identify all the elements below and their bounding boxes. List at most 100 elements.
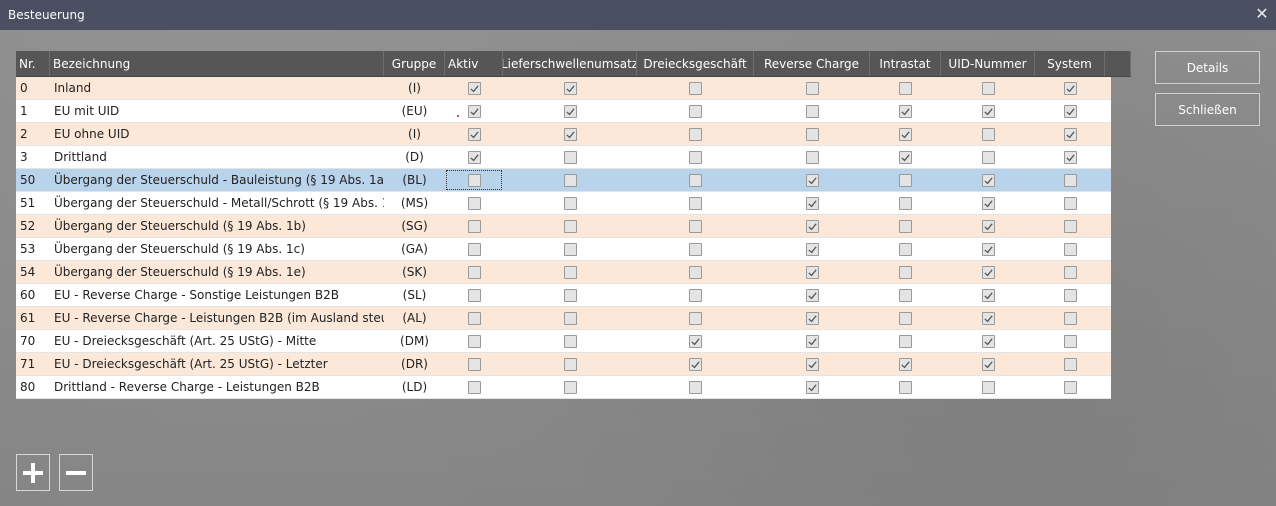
lieferschwellenumsatz-checkbox[interactable] [563,288,577,302]
aktiv-checkbox[interactable] [467,127,481,141]
dreiecksgeschaeft-checkbox[interactable] [689,334,702,348]
reverse-charge-checkbox[interactable] [805,357,819,371]
system-checkbox[interactable] [1063,288,1077,302]
lieferschwellenumsatz-checkbox[interactable] [563,104,577,118]
uid-nummer-checkbox[interactable] [981,196,995,210]
reverse-charge-checkbox[interactable] [805,288,819,302]
dreiecksgeschaeft-checkbox[interactable] [689,104,702,118]
column-header-aktiv[interactable]: Aktiv [445,51,503,76]
system-checkbox[interactable] [1063,196,1077,210]
table-row[interactable]: 1 EU mit UID (EU) [16,100,1111,123]
aktiv-checkbox[interactable] [467,311,481,325]
column-header-system[interactable]: System [1035,51,1105,76]
dreiecksgeschaeft-checkbox[interactable] [689,357,702,371]
aktiv-checkbox[interactable] [467,219,481,233]
uid-nummer-checkbox[interactable] [981,81,995,95]
table-row[interactable]: 70 EU - Dreiecksgeschäft (Art. 25 UStG) -… [16,330,1111,353]
intrastat-checkbox[interactable] [899,265,912,279]
uid-nummer-checkbox[interactable] [981,173,995,187]
add-row-button[interactable] [16,454,50,491]
system-checkbox[interactable] [1063,334,1077,348]
system-checkbox[interactable] [1063,150,1077,164]
table-row[interactable]: 50 Übergang der Steuerschuld - Bauleistun… [16,169,1111,192]
reverse-charge-checkbox[interactable] [805,242,819,256]
intrastat-checkbox[interactable] [899,219,912,233]
column-header-nr[interactable]: Nr. [16,51,50,76]
dreiecksgeschaeft-checkbox[interactable] [689,196,702,210]
uid-nummer-checkbox[interactable] [981,357,995,371]
table-row[interactable]: 53 Übergang der Steuerschuld (§ 19 Abs. 1… [16,238,1111,261]
intrastat-checkbox[interactable] [899,380,912,394]
aktiv-checkbox[interactable] [467,265,481,279]
dreiecksgeschaeft-checkbox[interactable] [689,242,702,256]
aktiv-checkbox[interactable] [467,173,481,187]
intrastat-checkbox[interactable] [899,127,912,141]
reverse-charge-checkbox[interactable] [805,127,819,141]
uid-nummer-checkbox[interactable] [981,288,995,302]
system-checkbox[interactable] [1063,127,1077,141]
table-row[interactable]: 2 EU ohne UID (I) [16,123,1111,146]
intrastat-checkbox[interactable] [899,288,912,302]
aktiv-checkbox[interactable] [467,357,481,371]
dreiecksgeschaeft-checkbox[interactable] [689,173,702,187]
aktiv-checkbox[interactable] [467,196,481,210]
system-checkbox[interactable] [1063,104,1077,118]
dreiecksgeschaeft-checkbox[interactable] [689,150,702,164]
intrastat-checkbox[interactable] [899,357,912,371]
reverse-charge-checkbox[interactable] [805,380,819,394]
system-checkbox[interactable] [1063,265,1077,279]
dreiecksgeschaeft-checkbox[interactable] [689,219,702,233]
column-header-intrastat[interactable]: Intrastat [870,51,941,76]
column-header-dreiecksgeschaeft[interactable]: Dreiecksgeschäft [637,51,754,76]
uid-nummer-checkbox[interactable] [981,242,995,256]
system-checkbox[interactable] [1063,242,1077,256]
dreiecksgeschaeft-checkbox[interactable] [689,127,702,141]
intrastat-checkbox[interactable] [899,150,912,164]
table-row[interactable]: 0 Inland (I) [16,77,1111,100]
lieferschwellenumsatz-checkbox[interactable] [563,81,577,95]
table-row[interactable]: 60 EU - Reverse Charge - Sonstige Leistun… [16,284,1111,307]
uid-nummer-checkbox[interactable] [981,104,995,118]
intrastat-checkbox[interactable] [899,104,912,118]
dreiecksgeschaeft-checkbox[interactable] [689,380,702,394]
table-row[interactable]: 51 Übergang der Steuerschuld - Metall/Sch… [16,192,1111,215]
lieferschwellenumsatz-checkbox[interactable] [563,127,577,141]
lieferschwellenumsatz-checkbox[interactable] [563,334,577,348]
dreiecksgeschaeft-checkbox[interactable] [689,311,702,325]
details-button[interactable]: Details [1155,51,1260,84]
system-checkbox[interactable] [1063,357,1077,371]
lieferschwellenumsatz-checkbox[interactable] [563,219,577,233]
intrastat-checkbox[interactable] [899,81,912,95]
uid-nummer-checkbox[interactable] [981,265,995,279]
reverse-charge-checkbox[interactable] [805,173,819,187]
aktiv-checkbox[interactable] [467,150,481,164]
system-checkbox[interactable] [1063,173,1077,187]
dreiecksgeschaeft-checkbox[interactable] [689,265,702,279]
reverse-charge-checkbox[interactable] [805,219,819,233]
reverse-charge-checkbox[interactable] [805,196,819,210]
close-icon[interactable]: ✕ [1254,6,1270,22]
aktiv-checkbox[interactable] [467,288,481,302]
system-checkbox[interactable] [1063,219,1077,233]
table-row[interactable]: 52 Übergang der Steuerschuld (§ 19 Abs. 1… [16,215,1111,238]
lieferschwellenumsatz-checkbox[interactable] [563,173,577,187]
aktiv-checkbox[interactable] [467,81,481,95]
table-row[interactable]: 61 EU - Reverse Charge - Leistungen B2B (… [16,307,1111,330]
reverse-charge-checkbox[interactable] [805,150,819,164]
system-checkbox[interactable] [1063,311,1077,325]
uid-nummer-checkbox[interactable] [981,311,995,325]
uid-nummer-checkbox[interactable] [981,334,995,348]
intrastat-checkbox[interactable] [899,196,912,210]
lieferschwellenumsatz-checkbox[interactable] [563,265,577,279]
uid-nummer-checkbox[interactable] [981,219,995,233]
reverse-charge-checkbox[interactable] [805,265,819,279]
intrastat-checkbox[interactable] [899,173,912,187]
dreiecksgeschaeft-checkbox[interactable] [689,81,702,95]
close-button[interactable]: Schließen [1155,93,1260,126]
table-row[interactable]: 3 Drittland (D) [16,146,1111,169]
lieferschwellenumsatz-checkbox[interactable] [563,196,577,210]
reverse-charge-checkbox[interactable] [805,311,819,325]
dreiecksgeschaeft-checkbox[interactable] [689,288,702,302]
column-header-uid-nummer[interactable]: UID-Nummer [941,51,1035,76]
lieferschwellenumsatz-checkbox[interactable] [563,242,577,256]
